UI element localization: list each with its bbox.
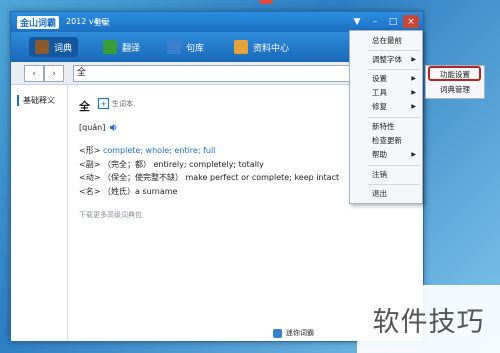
menu-dropdown-button[interactable]: ▼ — [349, 15, 365, 28]
maximize-button[interactable]: □ — [385, 15, 401, 28]
submenu-arrow-icon: ▶ — [411, 75, 416, 82]
definition-text[interactable]: （姓氏）a surname — [103, 187, 178, 196]
tab-translate[interactable]: 翻译 — [97, 37, 146, 57]
part-of-speech: <名> — [79, 186, 101, 196]
close-button[interactable]: × — [403, 15, 419, 28]
menu-item-settings[interactable]: 设置 ▶ — [350, 72, 422, 86]
headword: 全 — [79, 100, 90, 113]
watermark: 软件技巧 — [357, 285, 500, 353]
tab-resources[interactable]: 资料中心 — [228, 37, 295, 57]
menu-item-repair[interactable]: 修复 ▶ — [350, 100, 422, 114]
title-bar: 金山词霸 2012 v4.6 登录 ▼ – □ × — [11, 12, 423, 32]
menu-item-new-features[interactable]: 新特性 — [350, 120, 422, 134]
menu-item-help[interactable]: 帮助 ▶ — [350, 148, 422, 162]
tab-dictionary[interactable]: 词典 — [29, 37, 79, 57]
add-to-wordbook-label: 生词本 — [112, 99, 133, 108]
submenu-item-dictionary-management[interactable]: 词典管理 — [426, 82, 484, 97]
tab-label: 资料中心 — [253, 43, 290, 54]
menu-separator — [368, 184, 420, 185]
definition-item: <动> （保全；使完整不缺） make perfect or complete;… — [79, 171, 339, 185]
tab-label: 句库 — [186, 43, 205, 54]
sentences-icon — [167, 40, 181, 54]
sidebar: 基础释义 — [11, 85, 68, 341]
main-menu: 总在最前 调整字体 ▶ 设置 ▶ 工具 ▶ 修复 ▶ 新特性 检查更新 帮助 ▶ 注销 退… — [349, 30, 423, 204]
menu-separator — [368, 117, 420, 118]
mini-dictionary-icon — [273, 328, 282, 338]
part-of-speech: <动> — [79, 173, 101, 182]
menu-separator — [368, 165, 420, 166]
submenu-arrow-icon: ▶ — [411, 151, 416, 158]
menu-item-font[interactable]: 调整字体 ▶ — [350, 53, 422, 67]
resources-icon — [234, 40, 248, 54]
submenu-arrow-icon: ▶ — [411, 103, 416, 110]
download-more-link[interactable]: 下载更多高级词典包 — [79, 210, 142, 220]
window-controls: ▼ – □ × — [349, 15, 419, 28]
definition-item: <形> complete; whole; entire; full — [79, 144, 339, 158]
dictionary-icon — [35, 40, 49, 54]
definition-item: <副> （完全；都） entirely; completely; totally — [79, 158, 339, 172]
submenu-arrow-icon: ▶ — [411, 56, 416, 63]
add-to-wordbook-button[interactable]: + 生词本 — [98, 98, 133, 109]
sidebar-item-basic-definition[interactable]: 基础释义 — [17, 95, 55, 106]
pinyin: [quán] — [79, 123, 106, 132]
menu-item-logout[interactable]: 注销 — [350, 168, 422, 182]
history-nav: ‹ › — [24, 65, 64, 82]
mini-dictionary-button[interactable]: 迷你词霸 — [286, 328, 314, 338]
pronunciation: [quán] — [79, 123, 118, 132]
plus-icon: + — [98, 98, 109, 109]
definition-text[interactable]: （保全；使完整不缺） make perfect or complete; kee… — [103, 173, 339, 182]
tab-sentences[interactable]: 句库 — [161, 37, 210, 57]
definition-text[interactable]: complete; whole; entire; full — [103, 146, 215, 155]
part-of-speech: <形> — [79, 146, 101, 155]
definition-item: <名> （姓氏）a surname — [79, 185, 339, 199]
translate-icon — [103, 40, 117, 54]
desktop-ornament — [259, 0, 273, 4]
back-button[interactable]: ‹ — [24, 65, 44, 82]
bottom-bar: 迷你词霸 — [273, 328, 314, 338]
annotation-highlight — [428, 66, 481, 81]
menu-item-check-update[interactable]: 检查更新 — [350, 134, 422, 148]
tab-label: 词典 — [54, 43, 73, 54]
menu-item-exit[interactable]: 退出 — [350, 187, 422, 201]
speaker-icon[interactable] — [109, 123, 118, 132]
login-link[interactable]: 登录 — [94, 17, 110, 28]
definition-text[interactable]: （完全；都） entirely; completely; totally — [103, 160, 264, 169]
submenu-arrow-icon: ▶ — [411, 89, 416, 96]
menu-separator — [368, 50, 420, 51]
menu-separator — [368, 69, 420, 70]
app-logo: 金山词霸 — [17, 16, 60, 29]
forward-button[interactable]: › — [44, 65, 64, 82]
part-of-speech: <副> — [79, 159, 101, 169]
definitions-list: <形> complete; whole; entire; full <副> （完… — [79, 144, 339, 198]
menu-item-always-on-top[interactable]: 总在最前 — [350, 34, 422, 48]
menu-item-tools[interactable]: 工具 ▶ — [350, 86, 422, 100]
minimize-button[interactable]: – — [367, 15, 383, 28]
tab-label: 翻译 — [122, 43, 141, 54]
